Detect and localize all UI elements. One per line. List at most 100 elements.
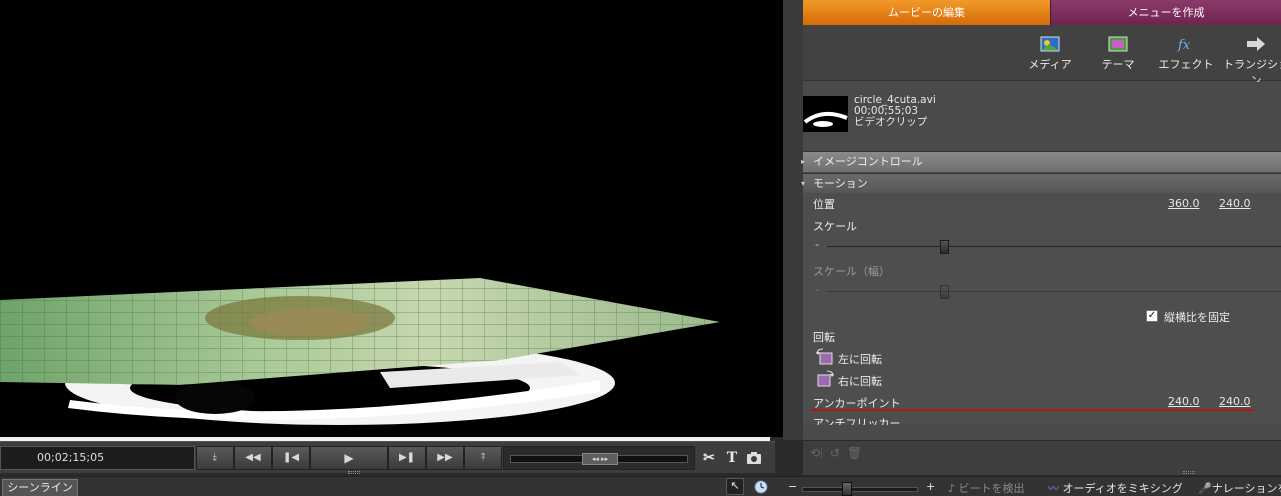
motion-properties: 位置 360.0 240.0 スケール - スケール（幅） - ✓ 縦横比を固定… (803, 193, 1281, 425)
media-button[interactable]: メディア (1015, 35, 1085, 72)
mark-out-icon: ⤉ (480, 452, 486, 463)
fx-icon: fx (1177, 38, 1191, 53)
tab-scene-line[interactable]: シーンライン (2, 479, 78, 496)
tab-edit-movie[interactable]: ムービーの編集 (803, 0, 1050, 25)
scissors-icon[interactable]: ✂ (700, 448, 718, 468)
audio-mixing-button[interactable]: 〰 オーディオをミキシング (1048, 480, 1183, 496)
position-x-value[interactable]: 360.0 (1168, 197, 1200, 210)
step-forward-button[interactable]: ▶❚ (388, 446, 426, 470)
title-text-icon[interactable]: T (723, 448, 741, 468)
section-image-control[interactable]: ▸ イメージコントロール (801, 152, 1281, 172)
media-icon (1040, 36, 1060, 52)
scale-width-minus-icon: - (815, 283, 819, 296)
scale-width-label: スケール（幅） (813, 265, 890, 278)
mode-tabs: ムービーの編集 メニューを作成 (803, 0, 1281, 25)
beat-icon: ♪ (948, 482, 959, 495)
media-label: メディア (1028, 58, 1072, 71)
anti-flicker-label: アンチフリッカー (813, 417, 901, 425)
clip-thumbnail (803, 96, 848, 132)
lock-aspect-label: 縦横比を固定 (1164, 311, 1230, 324)
anchor-highlight-underline (811, 409, 1254, 411)
zoom-slider[interactable] (802, 487, 918, 492)
microphone-icon: 🎤 (1198, 482, 1212, 495)
effect-button[interactable]: fx エフェクト (1151, 35, 1221, 72)
scale-label: スケール (813, 220, 857, 233)
scale-slider[interactable] (827, 246, 1281, 247)
section-image-control-label: イメージコントロール (813, 155, 923, 168)
section-motion-label: モーション (813, 177, 868, 190)
split-clip-icon[interactable]: ⟲ (808, 446, 822, 460)
clock-icon[interactable] (752, 479, 770, 496)
collapse-arrow-icon: ▾ (801, 179, 806, 188)
position-y-value[interactable]: 240.0 (1219, 197, 1251, 210)
pointer-icon: ↖ (730, 479, 740, 492)
step-back-icon: ❚◀ (282, 452, 300, 463)
pointer-tool-button[interactable]: ↖ (726, 478, 744, 495)
transition-button[interactable]: トランジション (1221, 35, 1281, 88)
rotate-left-label[interactable]: 左に回転 (838, 351, 882, 367)
transition-arrow-icon (1247, 37, 1265, 51)
fast-forward-button[interactable]: ▶▶ (426, 446, 464, 470)
jog-knob[interactable]: ◂◂ ▸▸ (582, 453, 618, 465)
scale-slider-knob[interactable] (940, 240, 949, 254)
panel-resize-grip[interactable] (1183, 471, 1195, 474)
jog-shuttle[interactable]: ◂◂ ▸▸ (503, 446, 695, 470)
camera-icon[interactable] (745, 448, 763, 468)
audio-mixing-label: オーディオをミキシング (1062, 482, 1183, 495)
rotate-right-label[interactable]: 右に回転 (838, 373, 882, 389)
detect-beat-button[interactable]: ♪ ビートを検出 (948, 480, 1025, 496)
position-label: 位置 (813, 198, 835, 211)
audio-wave-icon: 〰 (1048, 482, 1063, 495)
clip-type: ビデオクリップ (854, 116, 928, 128)
step-forward-icon: ▶❚ (398, 452, 416, 463)
timecode-display: 00;02;15;05 (0, 446, 195, 470)
section-motion[interactable]: ▾ モーション (801, 173, 1281, 193)
anchor-x-value[interactable]: 240.0 (1168, 395, 1200, 408)
clip-info: circle_4cuta.avi 00;00;55;03 ビデオクリップ (803, 82, 1281, 152)
rotation-label: 回転 (813, 331, 835, 344)
clip-details: circle_4cuta.avi 00;00;55;03 ビデオクリップ (854, 95, 936, 128)
preview-monitor (0, 0, 783, 437)
play-icon: ▶ (344, 451, 354, 465)
lock-aspect-checkbox[interactable]: ✓ (1146, 310, 1158, 322)
monitor-side-bar (783, 0, 803, 440)
fast-forward-icon: ▶▶ (437, 452, 453, 463)
theme-icon (1108, 36, 1128, 52)
rotate-left-icon[interactable] (815, 348, 835, 365)
zoom-in-button[interactable]: + (926, 480, 935, 493)
theme-label: テーマ (1101, 58, 1135, 71)
svg-text:fx: fx (1177, 38, 1191, 53)
footer-divider (821, 448, 822, 458)
tab-create-menu[interactable]: メニューを作成 (1050, 0, 1281, 25)
scale-width-slider-knob[interactable] (940, 285, 949, 299)
scale-minus-icon: - (815, 238, 819, 251)
theme-button[interactable]: テーマ (1083, 35, 1153, 72)
app-window: 00;02;15;05 ⤈ ◀◀ ❚◀ ▶ ▶❚ ▶▶ ⤉ ◂◂ ▸▸ ✂ T … (0, 0, 1281, 496)
expand-arrow-icon: ▸ (801, 157, 806, 166)
narration-label: ナレーションを (1211, 482, 1281, 495)
library-toolbar: メディア テーマ fx エフェクト トランジション (803, 25, 1281, 87)
scale-width-slider[interactable] (827, 291, 1281, 292)
timeline-toolbar: シーンライン ↖ − + ♪ ビートを検出 〰 オーディオをミキシング 🎤ナレー… (0, 476, 1281, 496)
preview-frame-image (0, 278, 720, 425)
edit-panel: ムービーの編集 メニューを作成 メディア テーマ fx エフェクト トランジショ… (801, 0, 1281, 475)
mark-in-icon: ⤈ (212, 452, 218, 463)
rewind-icon: ◀◀ (245, 452, 261, 463)
mark-out-button[interactable]: ⤉ (464, 446, 502, 470)
zoom-out-button[interactable]: − (788, 480, 797, 493)
zoom-slider-knob[interactable] (842, 482, 852, 496)
monitor-resize-grip[interactable] (348, 471, 360, 474)
step-back-button[interactable]: ❚◀ (272, 446, 310, 470)
effect-label: エフェクト (1158, 58, 1214, 71)
anchor-y-value[interactable]: 240.0 (1219, 395, 1251, 408)
rewind-button[interactable]: ◀◀ (234, 446, 272, 470)
narration-button[interactable]: 🎤ナレーションを (1198, 480, 1281, 496)
mark-in-button[interactable]: ⤈ (196, 446, 234, 470)
transport-bar: 00;02;15;05 ⤈ ◀◀ ❚◀ ▶ ▶❚ ▶▶ ⤉ ◂◂ ▸▸ ✂ T (0, 441, 775, 473)
panel-footer: ⟲ ↺ 🗑 (803, 440, 1281, 475)
trash-icon[interactable]: 🗑 (847, 446, 862, 460)
undo-icon[interactable]: ↺ (828, 446, 842, 460)
detect-beat-label: ビートを検出 (958, 482, 1025, 495)
play-button[interactable]: ▶ (310, 446, 388, 470)
rotate-right-icon[interactable] (815, 370, 835, 387)
